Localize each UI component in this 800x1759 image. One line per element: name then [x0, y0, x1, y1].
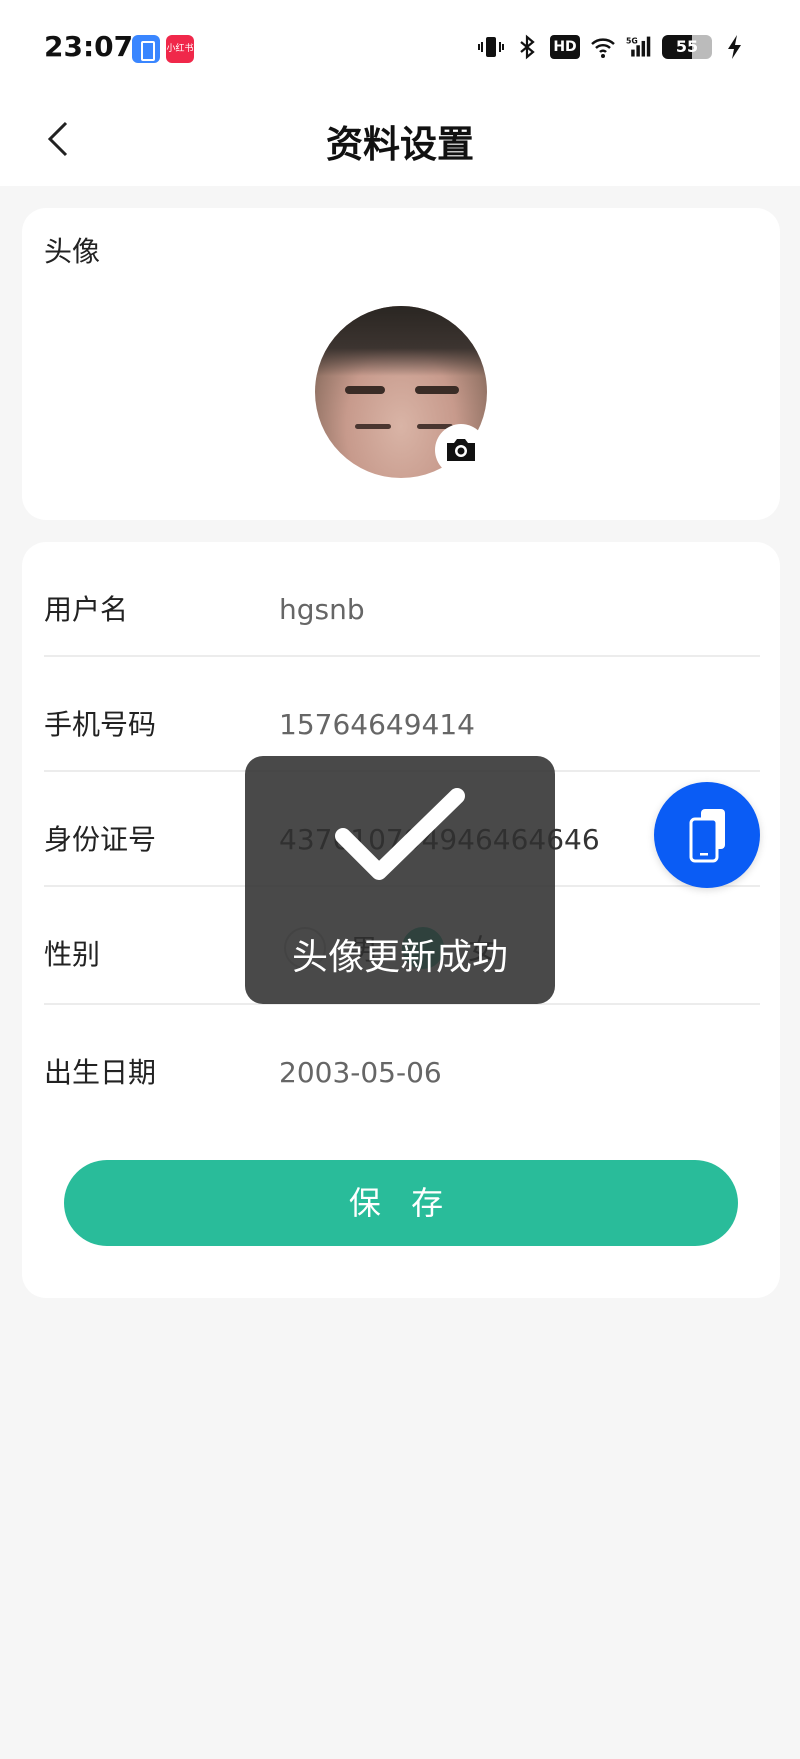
nav-bar: 资料设置 [0, 92, 800, 186]
phone-clone-app-icon [132, 35, 160, 63]
camera-icon [447, 439, 475, 461]
avatar-hair [315, 306, 487, 376]
vibrate-icon [478, 37, 504, 57]
save-button[interactable]: 保 存 [64, 1160, 738, 1246]
birth-date-label: 出生日期 [44, 1056, 157, 1089]
success-toast: 头像更新成功 [245, 756, 555, 1004]
phone-clone-icon [689, 809, 725, 863]
username-row[interactable]: 用户名 hgsnb [44, 542, 760, 657]
birth-date-value[interactable]: 2003-05-06 [279, 1005, 442, 1140]
status-time: 23:07 [44, 30, 134, 63]
xiaohongshu-app-icon: 小红书 [166, 35, 194, 63]
phone-row[interactable]: 手机号码 15764649414 [44, 657, 760, 772]
network-type: 5G [626, 37, 638, 46]
hd-voice-icon: HD [550, 35, 580, 59]
avatar-label: 头像 [44, 235, 101, 268]
battery-icon: 55 [662, 35, 712, 59]
avatar-right-brow [415, 386, 459, 394]
checkmark-icon [335, 788, 465, 880]
status-bar: 23:07 小红书 HD 5G 55 [0, 0, 800, 92]
avatar-left-brow [345, 386, 385, 394]
page-title: 资料设置 [326, 123, 474, 166]
toast-message: 头像更新成功 [291, 937, 508, 978]
cellular-signal-icon: 5G [626, 37, 651, 57]
system-icons: HD 5G 55 [478, 34, 748, 60]
avatar-left-eye [355, 424, 391, 429]
charging-bolt-icon [728, 35, 741, 59]
bluetooth-icon [520, 34, 535, 60]
birth-date-row[interactable]: 出生日期 2003-05-06 [44, 1005, 760, 1120]
floating-action-button[interactable] [654, 782, 760, 888]
change-avatar-button[interactable] [435, 424, 487, 476]
gender-label: 性别 [44, 938, 101, 971]
avatar-card: 头像 [22, 208, 780, 520]
wifi-icon [591, 38, 615, 58]
